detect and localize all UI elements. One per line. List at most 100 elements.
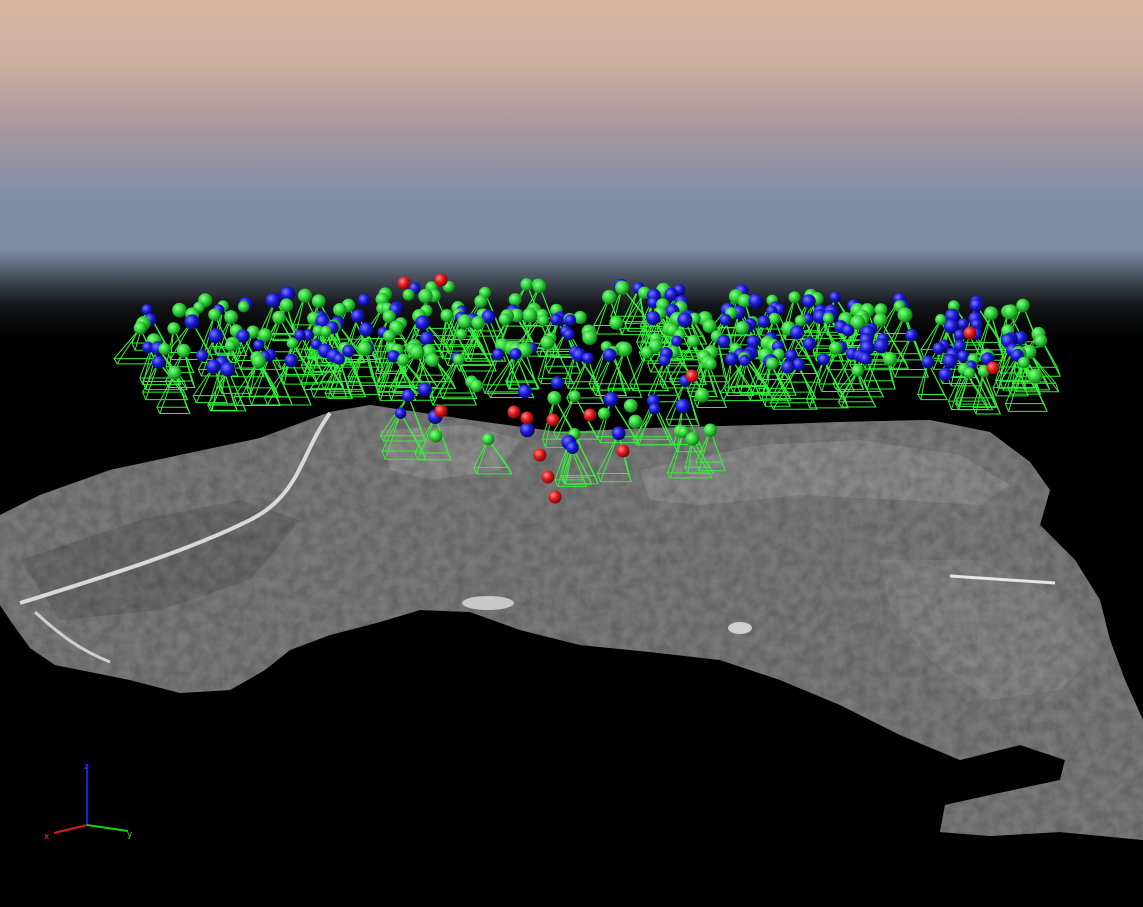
camera-center-blue xyxy=(419,331,435,346)
camera-center-green xyxy=(963,367,976,379)
frustum-edge xyxy=(441,315,448,359)
camera-center-green xyxy=(409,344,425,360)
camera-center-blue xyxy=(359,322,374,337)
camera-center-green xyxy=(694,387,710,403)
camera-center-green xyxy=(788,291,801,304)
camera-center-blue xyxy=(492,348,505,361)
camera-center-blue xyxy=(220,362,236,377)
camera-center-blue xyxy=(518,384,533,399)
camera-center-green xyxy=(1003,304,1019,320)
camera-center-green xyxy=(640,346,654,359)
camera-center-blue xyxy=(738,354,751,367)
camera-center-blue xyxy=(725,352,739,366)
camera-center-green xyxy=(429,429,443,443)
camera-center-blue xyxy=(648,403,661,415)
camera-center-blue xyxy=(509,348,522,361)
camera-center-green xyxy=(602,289,617,305)
camera-center-blue xyxy=(284,353,298,368)
camera-center-green xyxy=(272,310,286,325)
camera-center-blue xyxy=(757,315,771,328)
camera-center-blue xyxy=(208,328,224,344)
camera-center-green xyxy=(568,390,581,402)
camera-center-green xyxy=(686,334,700,348)
camera-center-green xyxy=(498,312,512,326)
camera-center-blue xyxy=(350,309,365,323)
camera-center-green xyxy=(685,432,700,446)
camera-center-green xyxy=(829,341,843,355)
camera-center-green xyxy=(482,433,495,446)
camera-center-green xyxy=(455,328,468,340)
y-axis-label: y xyxy=(127,830,133,840)
camera-center-green xyxy=(822,312,834,324)
camera-center-blue xyxy=(921,355,935,369)
camera-center-red xyxy=(533,448,547,462)
scene-canvas[interactable] xyxy=(0,0,1143,907)
camera-center-green xyxy=(208,308,221,322)
camera-center-green xyxy=(735,321,749,335)
camera-center-blue xyxy=(842,324,855,337)
camera-center-blue xyxy=(658,354,671,367)
camera-center-green xyxy=(279,298,294,312)
camera-center-green xyxy=(628,414,643,429)
camera-center-blue xyxy=(206,359,221,374)
camera-center-blue xyxy=(519,422,535,438)
camera-center-blue xyxy=(603,392,619,407)
camera-center-green xyxy=(474,294,488,308)
camera-center-blue xyxy=(781,360,795,374)
camera-center-blue xyxy=(184,314,200,330)
camera-center-green xyxy=(597,407,611,420)
camera-center-green xyxy=(238,301,250,313)
camera-center-green xyxy=(617,341,633,357)
camera-center-blue xyxy=(802,336,817,351)
camera-center-blue xyxy=(932,342,946,355)
camera-center-blue xyxy=(342,344,355,358)
camera-frustum xyxy=(916,393,949,401)
camera-center-green xyxy=(172,302,187,318)
camera-center-blue xyxy=(602,348,617,363)
camera-center-blue xyxy=(394,407,407,419)
camera-center-green xyxy=(158,342,171,356)
camera-center-green xyxy=(897,307,913,323)
camera-center-green xyxy=(537,314,550,327)
camera-center-red xyxy=(986,361,1000,375)
camera-center-red xyxy=(507,405,521,419)
camera-center-green xyxy=(320,325,332,337)
frustum-edge xyxy=(258,360,281,406)
camera-center-green xyxy=(224,310,238,324)
camera-center-blue xyxy=(675,398,691,414)
camera-center-blue xyxy=(582,352,594,365)
camera-center-blue xyxy=(719,313,732,326)
x-axis-line xyxy=(53,824,88,834)
camera-frustum xyxy=(837,401,877,408)
camera-center-blue xyxy=(717,334,731,348)
camera-center-blue xyxy=(611,426,626,441)
camera-center-green xyxy=(984,306,999,321)
camera-center-green xyxy=(402,288,415,301)
camera-center-blue xyxy=(265,292,281,308)
camera-center-green xyxy=(418,288,433,304)
camera-frustum xyxy=(777,373,821,383)
camera-center-blue xyxy=(789,325,805,340)
camera-center-red xyxy=(583,408,597,422)
camera-center-blue xyxy=(646,310,661,326)
camera-center-blue xyxy=(550,313,563,326)
camera-center-blue xyxy=(677,312,693,328)
camera-center-blue xyxy=(563,328,575,341)
camera-center-green xyxy=(333,302,347,317)
camera-center-blue xyxy=(333,353,345,365)
y-axis-line xyxy=(86,824,129,832)
camera-center-red xyxy=(548,490,562,504)
camera-center-blue xyxy=(566,441,579,454)
camera-center-blue xyxy=(195,349,209,362)
camera-center-green xyxy=(471,316,485,330)
3d-viewport[interactable]: z x y xyxy=(0,0,1143,907)
camera-center-green xyxy=(167,322,181,335)
camera-center-green xyxy=(766,357,779,370)
camera-center-blue xyxy=(859,352,872,365)
axis-triad: z x y xyxy=(44,762,133,842)
camera-center-blue xyxy=(151,355,166,369)
camera-center-green xyxy=(133,321,147,335)
camera-center-blue xyxy=(746,335,760,349)
camera-center-green xyxy=(176,343,191,358)
camera-center-blue xyxy=(905,328,918,342)
